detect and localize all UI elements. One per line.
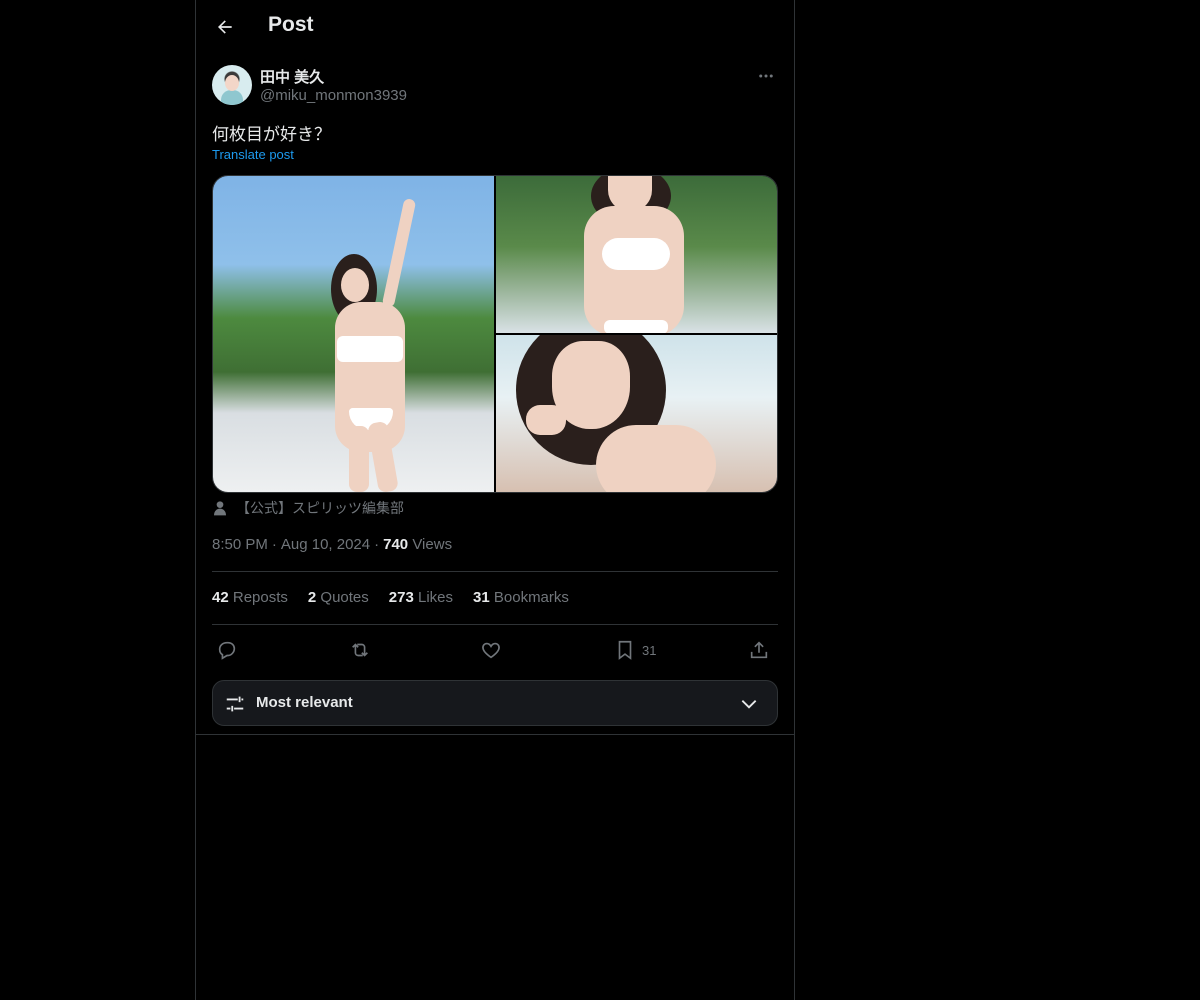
reposts-label: Reposts	[232, 589, 288, 606]
reply-sort-dropdown[interactable]: Most relevant	[212, 680, 778, 726]
author-handle[interactable]: @miku_monmon3939	[260, 87, 407, 104]
quotes-label: Quotes	[320, 589, 369, 606]
post-column: Post 田中 美久 @miku_monmon3939 何枚目が好き？ Tran…	[195, 0, 795, 1000]
post-photo-2[interactable]	[496, 176, 777, 333]
back-button[interactable]	[210, 12, 240, 42]
post-header: Post	[196, 0, 794, 54]
sort-label: Most relevant	[256, 694, 353, 711]
post-text: 何枚目が好き？	[212, 125, 331, 144]
bookmarks-label: Bookmarks	[493, 589, 569, 606]
post-stats: 42 Reposts 2 Quotes 273 Likes 31 Bookmar…	[212, 589, 569, 606]
post-date[interactable]: Aug 10, 2024	[281, 536, 370, 553]
share-icon	[750, 641, 768, 659]
bookmark-count: 31	[642, 642, 657, 658]
like-icon	[482, 642, 500, 659]
translate-post-link[interactable]: Translate post	[212, 147, 294, 162]
likes-label: Likes	[417, 589, 454, 606]
share-button[interactable]	[748, 636, 770, 664]
media-credit-label: 【公式】スピリッツ編集部	[236, 500, 404, 516]
media-grid	[212, 175, 778, 493]
bookmark-icon	[618, 640, 632, 660]
reposts-stat[interactable]: 42 Reposts	[212, 589, 288, 606]
post-time[interactable]: 8:50 PM	[212, 536, 268, 553]
post-photo-1[interactable]	[213, 176, 494, 492]
bookmarks-stat[interactable]: 31 Bookmarks	[473, 589, 569, 606]
more-button[interactable]	[754, 64, 778, 88]
repost-button[interactable]	[349, 636, 371, 664]
post-actions: 31	[212, 636, 778, 664]
post-metadata: 8:50 PM · Aug 10, 2024 · 740 Views	[212, 536, 453, 553]
bookmark-button[interactable]: 31	[614, 636, 656, 664]
person-icon	[214, 501, 226, 516]
quotes-count: 2	[307, 589, 317, 606]
sliders-icon	[226, 696, 244, 712]
back-arrow-icon	[218, 20, 232, 34]
like-button[interactable]	[480, 636, 502, 664]
bookmarks-count: 31	[473, 589, 490, 606]
reply-icon	[218, 641, 236, 660]
chevron-down-icon	[741, 700, 757, 709]
views-count: 740	[383, 536, 409, 553]
quotes-stat[interactable]: 2 Quotes	[308, 589, 369, 606]
likes-count: 273	[388, 589, 414, 606]
page-title: Post	[268, 13, 314, 36]
more-icon	[759, 74, 773, 78]
likes-stat[interactable]: 273 Likes	[389, 589, 453, 606]
author-name[interactable]: 田中 美久	[260, 66, 324, 87]
reply-button[interactable]	[216, 636, 238, 664]
views-label: Views	[412, 536, 453, 553]
divider	[212, 624, 778, 625]
repost-icon	[352, 643, 368, 657]
divider	[212, 571, 778, 572]
post-author: 田中 美久 @miku_monmon3939	[212, 64, 778, 108]
section-divider	[196, 734, 794, 735]
post-photo-3[interactable]	[496, 335, 777, 492]
avatar[interactable]	[212, 65, 252, 105]
reposts-count: 42	[212, 589, 229, 606]
media-credit[interactable]: 【公式】スピリッツ編集部	[212, 498, 404, 518]
